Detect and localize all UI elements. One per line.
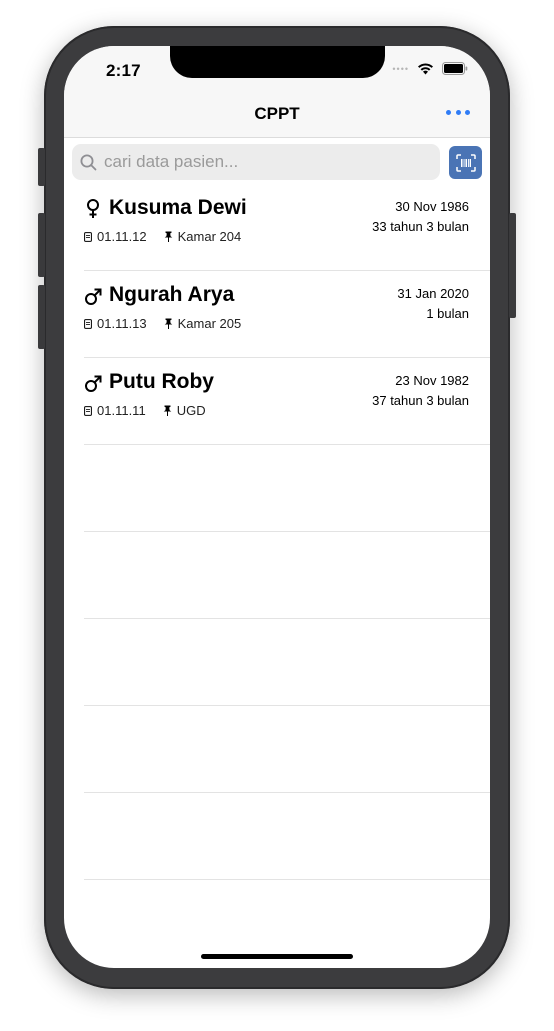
empty-row [64, 793, 490, 880]
patient-age: 37 tahun 3 bulan [372, 393, 469, 408]
signal-icon: •••• [392, 63, 409, 74]
medical-record-icon [84, 318, 92, 329]
battery-icon [442, 62, 468, 75]
empty-row [64, 445, 490, 532]
male-icon [85, 288, 102, 305]
list-item[interactable]: Kusuma Dewi 01.11.12 Kamar 204 30 Nov 19… [64, 184, 490, 271]
status-time: 2:17 [106, 61, 141, 80]
home-indicator[interactable] [201, 954, 353, 959]
room-label: Kamar 205 [177, 316, 242, 331]
more-dot-icon [465, 109, 470, 115]
more-options-button[interactable] [446, 102, 470, 122]
room-label: UGD [176, 403, 206, 418]
patient-name: Ngurah Arya [109, 283, 235, 306]
page-title: CPPT [254, 104, 300, 123]
patient-name: Putu Roby [109, 370, 214, 393]
empty-row [64, 706, 490, 793]
search-input[interactable] [102, 151, 426, 173]
medical-record-icon [84, 405, 92, 416]
search-bar[interactable] [72, 144, 440, 180]
status-icons: •••• [392, 62, 468, 75]
barcode-scan-icon [455, 153, 476, 172]
volume-down-button [38, 285, 45, 349]
record-number: 01.11.12 [97, 229, 147, 244]
room-label: Kamar 204 [177, 229, 242, 244]
more-dot-icon [446, 109, 451, 115]
search-icon [80, 154, 97, 170]
status-bar: 2:17 •••• [64, 46, 490, 90]
volume-up-button [38, 213, 45, 277]
list-item[interactable]: Ngurah Arya 01.11.13 Kamar 205 31 Jan 20… [64, 271, 490, 358]
medical-record-icon [84, 231, 92, 242]
patient-age: 33 tahun 3 bulan [372, 219, 469, 234]
patient-details: 01.11.11 UGD [84, 403, 206, 418]
mute-switch [38, 148, 45, 186]
power-button [509, 213, 516, 318]
patient-details: 01.11.12 Kamar 204 [84, 229, 241, 244]
patient-list: Kusuma Dewi 01.11.12 Kamar 204 30 Nov 19… [64, 184, 490, 880]
notch [170, 46, 385, 78]
divider [84, 879, 490, 880]
pin-icon [164, 231, 172, 242]
list-item[interactable]: Putu Roby 01.11.11 UGD 23 Nov 1982 37 ta… [64, 358, 490, 445]
record-number: 01.11.13 [97, 316, 147, 331]
patient-age: 1 bulan [426, 306, 469, 321]
navigation-bar: CPPT [64, 90, 490, 138]
birth-date: 31 Jan 2020 [397, 286, 469, 301]
birth-date: 30 Nov 1986 [395, 199, 469, 214]
screen: 2:17 •••• CPPT cari data pasien... Kusum… [64, 46, 490, 968]
pin-icon [164, 318, 172, 329]
record-number: 01.11.11 [97, 403, 146, 418]
barcode-scan-button[interactable] [449, 146, 482, 179]
patient-name: Kusuma Dewi [109, 196, 247, 219]
male-icon [85, 375, 102, 392]
wifi-icon [418, 63, 433, 75]
empty-row [64, 619, 490, 706]
empty-row [64, 532, 490, 619]
pin-icon [163, 405, 171, 416]
female-icon [87, 199, 99, 218]
more-dot-icon [455, 109, 461, 115]
patient-details: 01.11.13 Kamar 205 [84, 316, 241, 331]
birth-date: 23 Nov 1982 [395, 373, 469, 388]
